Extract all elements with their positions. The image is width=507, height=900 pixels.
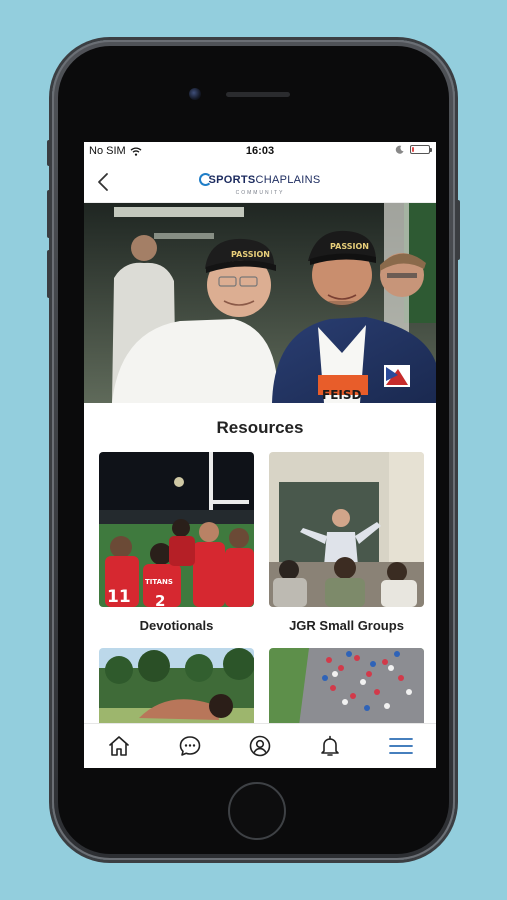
battery-level (412, 147, 414, 152)
tab-notifications[interactable] (316, 732, 344, 760)
resources-title: Resources (216, 418, 304, 437)
jersey-text: TITANS (145, 578, 173, 586)
tab-home[interactable] (105, 732, 133, 760)
status-right (395, 145, 432, 154)
tab-bar (84, 723, 436, 768)
app-screen: No SIM 16:03 SPORTS CHAPLAINS COMMUNITY … (84, 142, 436, 768)
menu-icon (388, 738, 413, 754)
brand-subtitle: COMMUNITY (235, 190, 285, 196)
hero-photo: PASSION FEISD PASSION (84, 203, 436, 403)
volume-up-button (47, 190, 51, 238)
devotionals-thumbnail: 11 2 TITANS (99, 452, 254, 607)
phone-frame: No SIM 16:03 SPORTS CHAPLAINS COMMUNITY … (47, 40, 460, 860)
jersey-number-11: 11 (107, 587, 131, 607)
mute-switch (47, 140, 51, 166)
resource-tile-devotionals[interactable]: 11 2 TITANS Devotionals (99, 452, 254, 633)
resources-grid: 11 2 TITANS Devotionals JGR Small Groups (84, 452, 436, 768)
jersey-number-2: 2 (155, 592, 165, 607)
hero-photo-illustration: PASSION FEISD PASSION (84, 203, 436, 403)
status-time: 16:03 (245, 145, 275, 157)
battery-icon (410, 145, 432, 154)
jgr-small-groups-photo (269, 452, 424, 607)
home-icon (109, 736, 129, 756)
resource-tile-jgr-small-groups[interactable]: JGR Small Groups (269, 452, 424, 633)
brand-logo: SPORTS CHAPLAINS COMMUNITY (84, 173, 436, 196)
resource-label-jgr-small-groups: JGR Small Groups (289, 618, 404, 633)
brand-chaplains-text: CHAPLAINS (255, 173, 321, 186)
front-camera (189, 88, 201, 100)
brand-sports-text: SPORTS (208, 173, 256, 186)
home-button[interactable] (228, 782, 286, 840)
resource-label-devotionals: Devotionals (139, 618, 214, 633)
power-button (456, 200, 460, 260)
status-bar: No SIM 16:03 (84, 142, 436, 162)
chat-icon (179, 736, 200, 756)
volume-down-button (47, 250, 51, 298)
tab-chat[interactable] (176, 732, 204, 760)
tab-profile[interactable] (246, 732, 274, 760)
cap-text-right: PASSION (330, 242, 369, 251)
profile-icon (249, 735, 271, 757)
earpiece-speaker (226, 92, 290, 97)
jgr-small-groups-thumbnail (269, 452, 424, 607)
bell-icon (321, 735, 340, 756)
cap-text-left: PASSION (231, 250, 270, 259)
moon-icon (395, 145, 404, 154)
shirt-text: FEISD (322, 388, 362, 402)
phone-bezel: No SIM 16:03 SPORTS CHAPLAINS COMMUNITY … (58, 46, 449, 854)
tab-menu[interactable] (387, 732, 415, 760)
nav-bar: SPORTS CHAPLAINS COMMUNITY (84, 162, 436, 203)
devotionals-photo: 11 2 TITANS (99, 452, 254, 607)
